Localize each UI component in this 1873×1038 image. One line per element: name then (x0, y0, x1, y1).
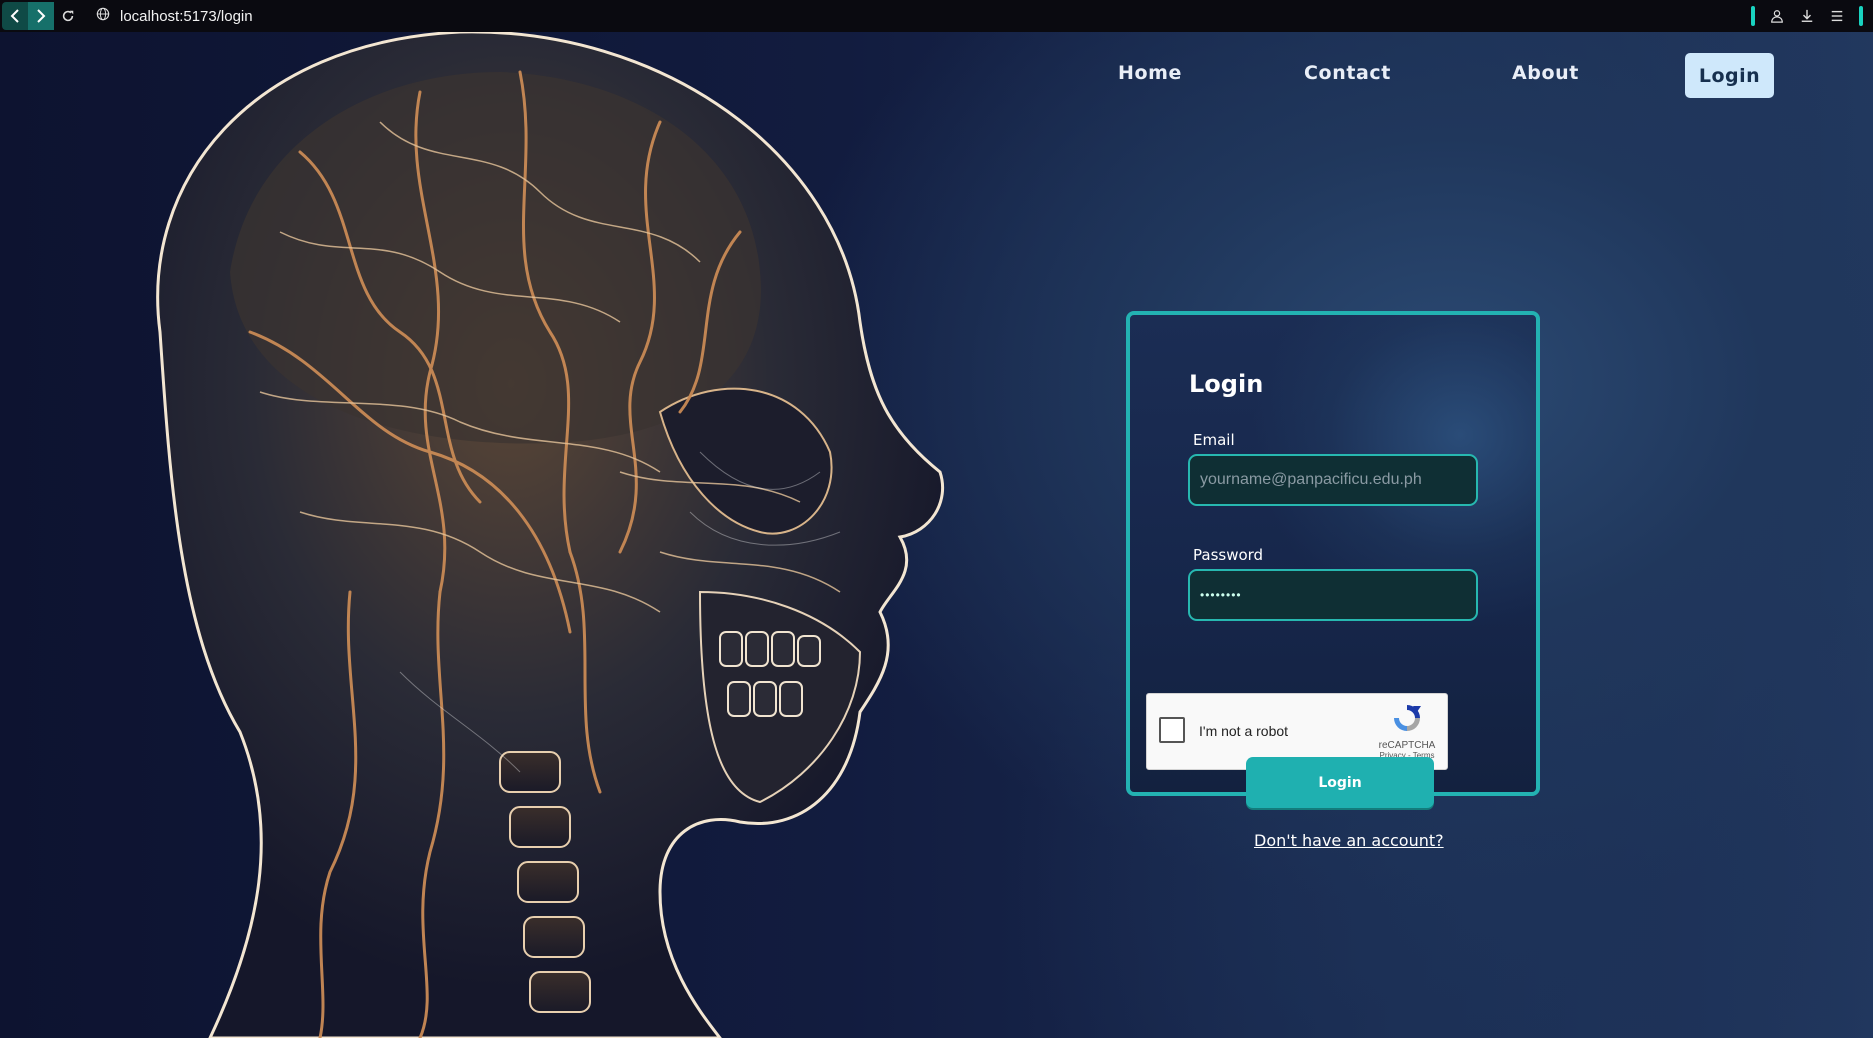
password-label: Password (1193, 546, 1264, 564)
forward-arrow-icon[interactable] (28, 2, 54, 30)
reload-icon[interactable] (54, 2, 82, 30)
login-card: Login Email Password I'm not a robot reC… (1126, 311, 1540, 796)
recaptcha-checkbox[interactable] (1159, 717, 1185, 743)
profile-icon[interactable] (1769, 8, 1785, 24)
browser-toolbar: localhost:5173/login (0, 0, 1873, 32)
email-label: Email (1193, 431, 1235, 449)
password-input[interactable] (1188, 569, 1478, 621)
toolbar-right (1751, 0, 1863, 32)
download-icon[interactable] (1799, 8, 1815, 24)
login-submit-button[interactable]: Login (1246, 757, 1434, 808)
login-title: Login (1189, 370, 1264, 398)
accent-indicator-right (1859, 6, 1863, 26)
url-text: localhost:5173/login (120, 7, 253, 25)
nav-home-link[interactable]: Home (1118, 62, 1182, 84)
address-bar[interactable]: localhost:5173/login (96, 7, 253, 25)
back-arrow-icon[interactable] (2, 2, 28, 30)
signup-link[interactable]: Don't have an account? (1254, 831, 1444, 850)
nav-about-link[interactable]: About (1512, 62, 1579, 84)
nav-buttons (2, 2, 54, 30)
email-input[interactable] (1188, 454, 1478, 506)
nav-contact-link[interactable]: Contact (1304, 62, 1391, 84)
menu-icon[interactable] (1829, 8, 1845, 24)
recaptcha-logo: reCAPTCHA Privacy - Terms (1377, 702, 1437, 760)
top-nav: Home Contact About Login (0, 32, 1873, 132)
nav-login-button[interactable]: Login (1685, 53, 1774, 98)
recaptcha-icon (1394, 705, 1421, 731)
recaptcha-label: I'm not a robot (1199, 723, 1289, 739)
globe-icon (96, 7, 110, 25)
login-page: Home Contact About Login Login Email Pas… (0, 32, 1873, 1038)
anatomy-head-illustration (156, 32, 945, 1038)
accent-indicator (1751, 6, 1755, 26)
recaptcha-brand: reCAPTCHA (1378, 740, 1436, 751)
